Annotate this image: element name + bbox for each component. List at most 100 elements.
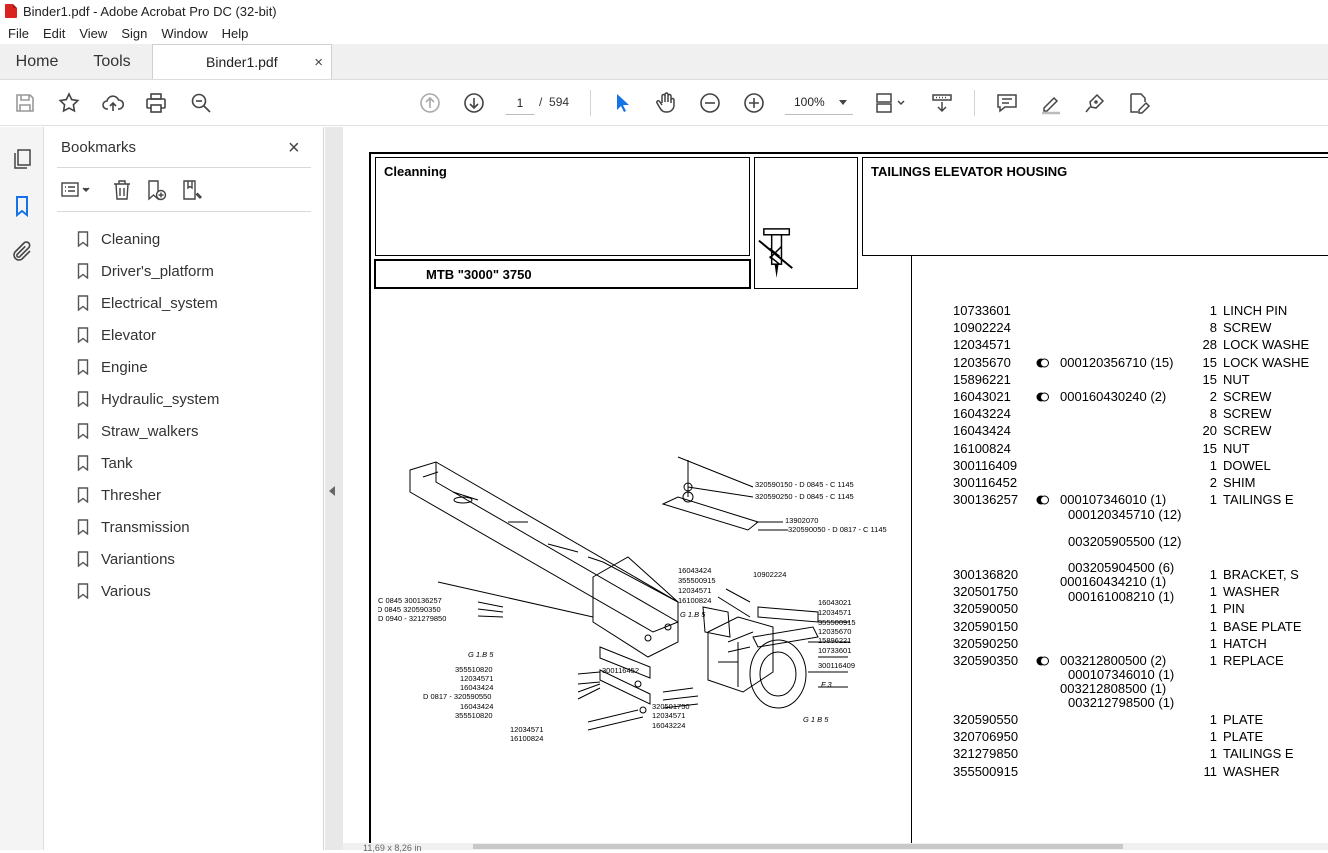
- diagram-label: 355500915: [678, 576, 716, 585]
- page-number-input[interactable]: 1: [505, 91, 535, 115]
- window-title: Binder1.pdf - Adobe Acrobat Pro DC (32-b…: [23, 3, 277, 19]
- menu-window[interactable]: Window: [153, 26, 213, 41]
- bookmark-item[interactable]: Thresher: [77, 479, 219, 511]
- bookmark-label: Hydraulic_system: [101, 390, 220, 408]
- tab-home[interactable]: Home: [0, 44, 74, 79]
- section-title: Cleanning: [384, 164, 447, 179]
- zoom-search-icon[interactable]: [188, 90, 214, 116]
- previous-page-icon[interactable]: [417, 90, 443, 116]
- sub-reference-row: 000120345710 (12): [953, 507, 1328, 524]
- bookmark-label: Electrical_system: [101, 294, 218, 312]
- part-row: 320590550 1 PLATE: [953, 712, 1328, 729]
- bookmark-item[interactable]: Electrical_system: [77, 287, 219, 319]
- bookmark-item[interactable]: Cleaning: [77, 223, 219, 255]
- part-row: 15896221 15 NUT: [953, 372, 1328, 389]
- edit-document-icon[interactable]: [1126, 90, 1152, 116]
- diagram-label: 15896221: [818, 636, 851, 645]
- menu-file[interactable]: File: [0, 26, 35, 41]
- bookmark-item[interactable]: Tank: [77, 447, 219, 479]
- part-row: 16043424 20 SCREW: [953, 423, 1328, 440]
- page-thumbnails-icon[interactable]: [10, 147, 34, 171]
- zoom-out-icon[interactable]: [697, 90, 723, 116]
- save-icon[interactable]: [12, 90, 38, 116]
- left-navigation-rail: [0, 127, 44, 850]
- quantity: 1: [1209, 492, 1217, 508]
- part-number: 320590550: [953, 712, 1019, 727]
- hand-tool-icon[interactable]: [653, 90, 679, 116]
- quantity: 15: [1202, 440, 1217, 456]
- upload-cloud-icon[interactable]: [100, 90, 126, 116]
- tab-document[interactable]: Binder1.pdf ×: [152, 44, 332, 79]
- reference-number: 000107346010 (1): [1060, 492, 1167, 508]
- document-tab-label: Binder1.pdf: [206, 54, 278, 70]
- part-row: 320706950 1 PLATE: [953, 729, 1328, 746]
- pdf-page: Cleanning MTB "3000" 3750 TAILINGS ELEVA…: [343, 127, 1328, 850]
- highlight-pen-icon[interactable]: [1038, 90, 1064, 116]
- quantity: 1: [1209, 746, 1217, 762]
- menu-edit[interactable]: Edit: [35, 26, 71, 41]
- page-title: TAILINGS ELEVATOR HOUSING: [871, 164, 1068, 179]
- page-fit-icon[interactable]: [873, 90, 909, 116]
- part-row: 300116452 2 SHIM: [953, 475, 1328, 492]
- diagram-label: G 1.B 5: [680, 610, 706, 619]
- bookmark-item[interactable]: Transmission: [77, 511, 219, 543]
- tab-tools[interactable]: Tools: [74, 44, 150, 79]
- reference-number: 003212800500 (2): [1060, 653, 1167, 668]
- replacement-marker-icon: [1036, 656, 1049, 666]
- bookmark-item[interactable]: Various: [77, 575, 219, 607]
- diagram-label: 320590050 - D 0817 - C 1145: [788, 525, 887, 534]
- quantity: 1: [1209, 653, 1217, 668]
- diagram-label: 16100824: [510, 734, 543, 742]
- zoom-level-select[interactable]: 100%: [785, 91, 853, 115]
- bookmark-list: Cleaning Driver's_platform Electrical_syst…: [77, 223, 219, 607]
- title-bar: Binder1.pdf - Adobe Acrobat Pro DC (32-b…: [0, 0, 1328, 22]
- options-menu-icon[interactable]: [61, 179, 95, 201]
- bookmark-item[interactable]: Straw_walkers: [77, 415, 219, 447]
- new-bookmark-icon[interactable]: [145, 179, 167, 201]
- sign-pen-icon[interactable]: [1082, 90, 1108, 116]
- bookmark-item[interactable]: Variantions: [77, 543, 219, 575]
- star-icon[interactable]: [56, 90, 82, 116]
- quantity: 1: [1209, 457, 1217, 473]
- menu-view[interactable]: View: [71, 26, 113, 41]
- close-panel-button[interactable]: ×: [288, 137, 300, 160]
- zoom-in-icon[interactable]: [741, 90, 767, 116]
- bookmark-item[interactable]: Engine: [77, 351, 219, 383]
- part-number: 320590050: [953, 601, 1019, 617]
- quantity: 2: [1209, 389, 1217, 404]
- bookmark-from-structure-icon[interactable]: [181, 179, 203, 201]
- diagram-label: C 0845 300136257: [378, 596, 442, 605]
- replacement-marker-icon: [1036, 392, 1049, 402]
- bookmark-label: Thresher: [101, 486, 162, 504]
- section-box: Cleanning: [375, 157, 750, 256]
- delete-trash-icon[interactable]: [111, 179, 133, 201]
- scrollbar-thumb[interactable]: [473, 844, 1123, 849]
- diagram-label: 320590150 - D 0845 - C 1145: [755, 480, 854, 489]
- bookmark-label: Transmission: [101, 518, 190, 536]
- bookmarks-icon[interactable]: [10, 194, 34, 218]
- page-count: / 594: [539, 95, 570, 109]
- bookmark-item[interactable]: Driver's_platform: [77, 255, 219, 287]
- menu-help[interactable]: Help: [214, 26, 255, 41]
- attachments-paperclip-icon[interactable]: [10, 240, 34, 264]
- print-icon[interactable]: [143, 90, 169, 116]
- close-tab-button[interactable]: ×: [314, 54, 323, 71]
- replacement-marker-icon: [1036, 495, 1049, 505]
- comment-icon[interactable]: [994, 90, 1020, 116]
- collapse-panel-arrow-icon[interactable]: [329, 486, 335, 496]
- select-cursor-icon[interactable]: [609, 90, 635, 116]
- diagram-label: 12034571: [460, 674, 493, 683]
- acrobat-pdf-icon: [5, 4, 17, 18]
- horizontal-scrollbar[interactable]: [343, 843, 1328, 850]
- diagram-label: 16043424: [460, 683, 493, 692]
- part-number: 320501750: [953, 584, 1019, 600]
- tab-bar: Home Tools Binder1.pdf ×: [0, 44, 1328, 80]
- quantity: 28: [1202, 337, 1217, 353]
- scroll-mode-icon[interactable]: [929, 90, 955, 116]
- bookmark-item[interactable]: Hydraulic_system: [77, 383, 219, 415]
- bookmark-item[interactable]: Elevator: [77, 319, 219, 351]
- part-number: 321279850: [953, 746, 1019, 762]
- model-box: MTB "3000" 3750: [374, 259, 751, 289]
- next-page-icon[interactable]: [461, 90, 487, 116]
- menu-sign[interactable]: Sign: [113, 26, 153, 41]
